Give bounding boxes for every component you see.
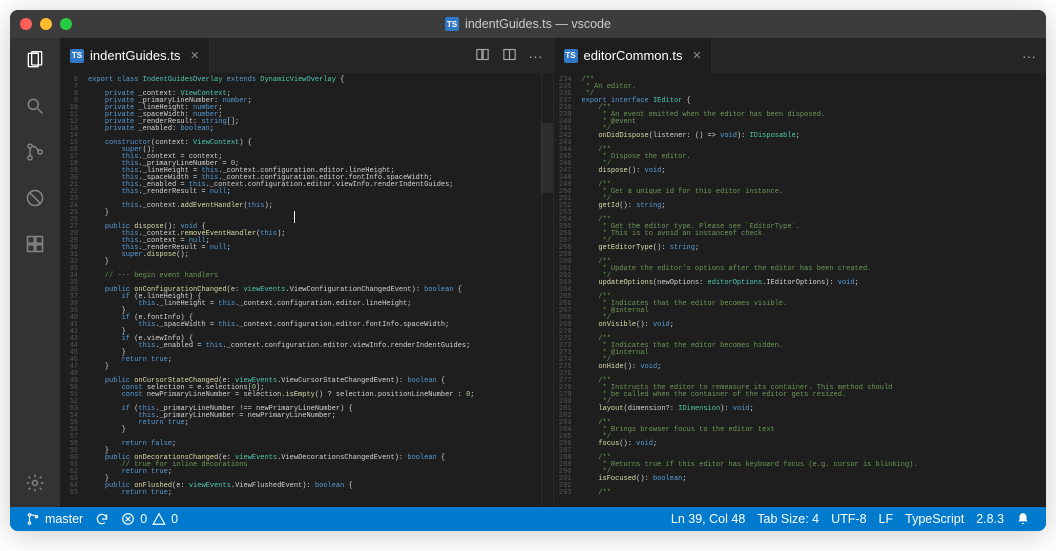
line-number-gutter: 6 7 8 9 10 11 12 13 14 15 16 17 18 19 20… [60,73,82,507]
cursor-position[interactable]: Ln 39, Col 48 [665,512,751,526]
tab-size[interactable]: Tab Size: 4 [751,512,825,526]
close-window-button[interactable] [20,18,32,30]
notifications-icon[interactable] [1010,512,1036,526]
close-icon[interactable]: × [692,47,701,64]
branch-name: master [45,512,83,526]
more-icon[interactable]: ··· [529,48,543,64]
tab-label: indentGuides.ts [90,48,180,63]
warning-count: 0 [171,512,178,526]
zoom-window-button[interactable] [60,18,72,30]
settings-icon[interactable] [23,471,47,495]
tab-bar-left: TS indentGuides.ts × ··· [60,38,553,73]
minimap-viewport[interactable] [541,123,553,193]
sync-button[interactable] [89,507,115,531]
ts-version[interactable]: 2.8.3 [970,512,1010,526]
code-content[interactable]: export class IndentGuidesOverlay extends… [82,73,553,507]
ts-file-icon: TS [445,17,459,31]
status-bar: master 0 0 Ln 39, Col 48 Tab Size: 4 UTF… [10,507,1046,531]
text-cursor [294,211,295,223]
ts-file-icon: TS [70,49,84,63]
minimap[interactable] [541,73,553,507]
problems-indicator[interactable]: 0 0 [115,507,184,531]
tab-label: editorCommon.ts [584,48,683,63]
tab-actions-left: ··· [465,38,553,73]
more-icon[interactable]: ··· [1022,48,1036,64]
search-icon[interactable] [23,94,47,118]
source-control-icon[interactable] [23,140,47,164]
branch-indicator[interactable]: master [20,507,89,531]
editor-pane-left: TS indentGuides.ts × ··· 6 7 8 9 10 11 1… [60,38,554,507]
code-content[interactable]: /** * An editor. */ export interface IEd… [576,73,1047,507]
error-count: 0 [140,512,147,526]
main-area: TS indentGuides.ts × ··· 6 7 8 9 10 11 1… [10,38,1046,507]
encoding[interactable]: UTF-8 [825,512,872,526]
extensions-icon[interactable] [23,232,47,256]
tab-bar-right: TS editorCommon.ts × ··· [554,38,1047,73]
tab-actions-right: ··· [1012,38,1046,73]
explorer-icon[interactable] [23,48,47,72]
code-editor-left[interactable]: 6 7 8 9 10 11 12 13 14 15 16 17 18 19 20… [60,73,553,507]
editor-pane-right: TS editorCommon.ts × ··· 234 235 236 237… [554,38,1047,507]
titlebar: TS indentGuides.ts — vscode [10,10,1046,38]
activity-bar [10,38,60,507]
split-editor-icon[interactable] [502,47,517,65]
tab-indentguides[interactable]: TS indentGuides.ts × [60,38,210,73]
code-editor-right[interactable]: 234 235 236 237 238 239 240 241 242 243 … [554,73,1047,507]
diff-icon[interactable] [475,47,490,65]
minimize-window-button[interactable] [40,18,52,30]
vscode-window: TS indentGuides.ts — vscode [10,10,1046,531]
line-number-gutter: 234 235 236 237 238 239 240 241 242 243 … [554,73,576,507]
window-title: TS indentGuides.ts — vscode [445,17,611,31]
debug-icon[interactable] [23,186,47,210]
window-controls [20,18,72,30]
eol[interactable]: LF [873,512,900,526]
window-title-text: indentGuides.ts — vscode [465,17,611,31]
editor-area: TS indentGuides.ts × ··· 6 7 8 9 10 11 1… [60,38,1046,507]
language-mode[interactable]: TypeScript [899,512,970,526]
close-icon[interactable]: × [190,47,199,64]
tab-editorcommon[interactable]: TS editorCommon.ts × [554,38,713,73]
ts-file-icon: TS [564,49,578,63]
